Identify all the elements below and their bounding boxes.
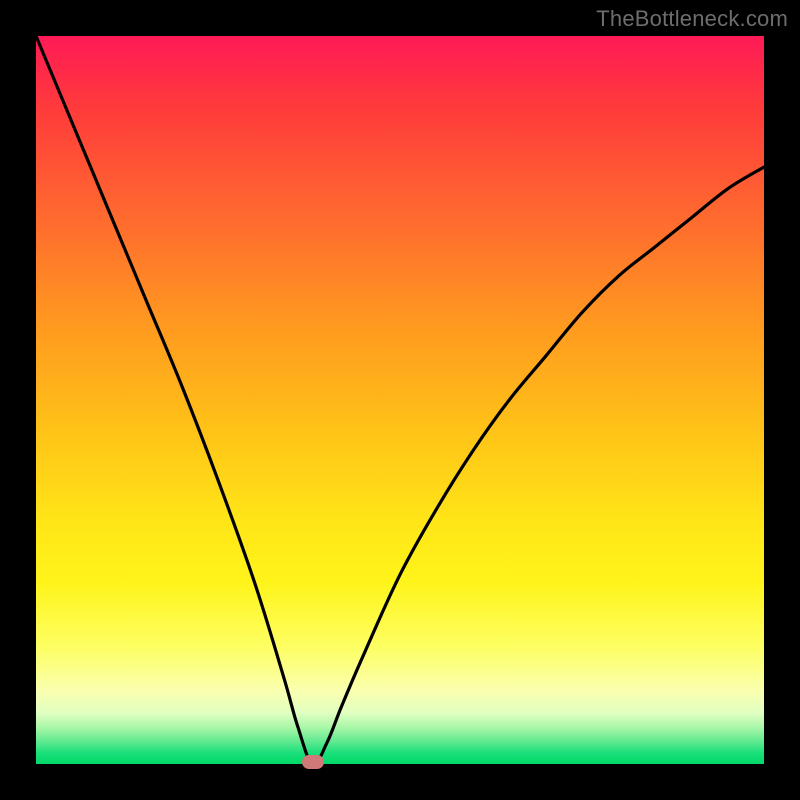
watermark-text: TheBottleneck.com: [596, 6, 788, 32]
bottleneck-curve: [36, 36, 764, 764]
chart-frame: TheBottleneck.com: [0, 0, 800, 800]
curve-svg: [36, 36, 764, 764]
plot-area: [36, 36, 764, 764]
optimal-marker: [302, 755, 324, 769]
